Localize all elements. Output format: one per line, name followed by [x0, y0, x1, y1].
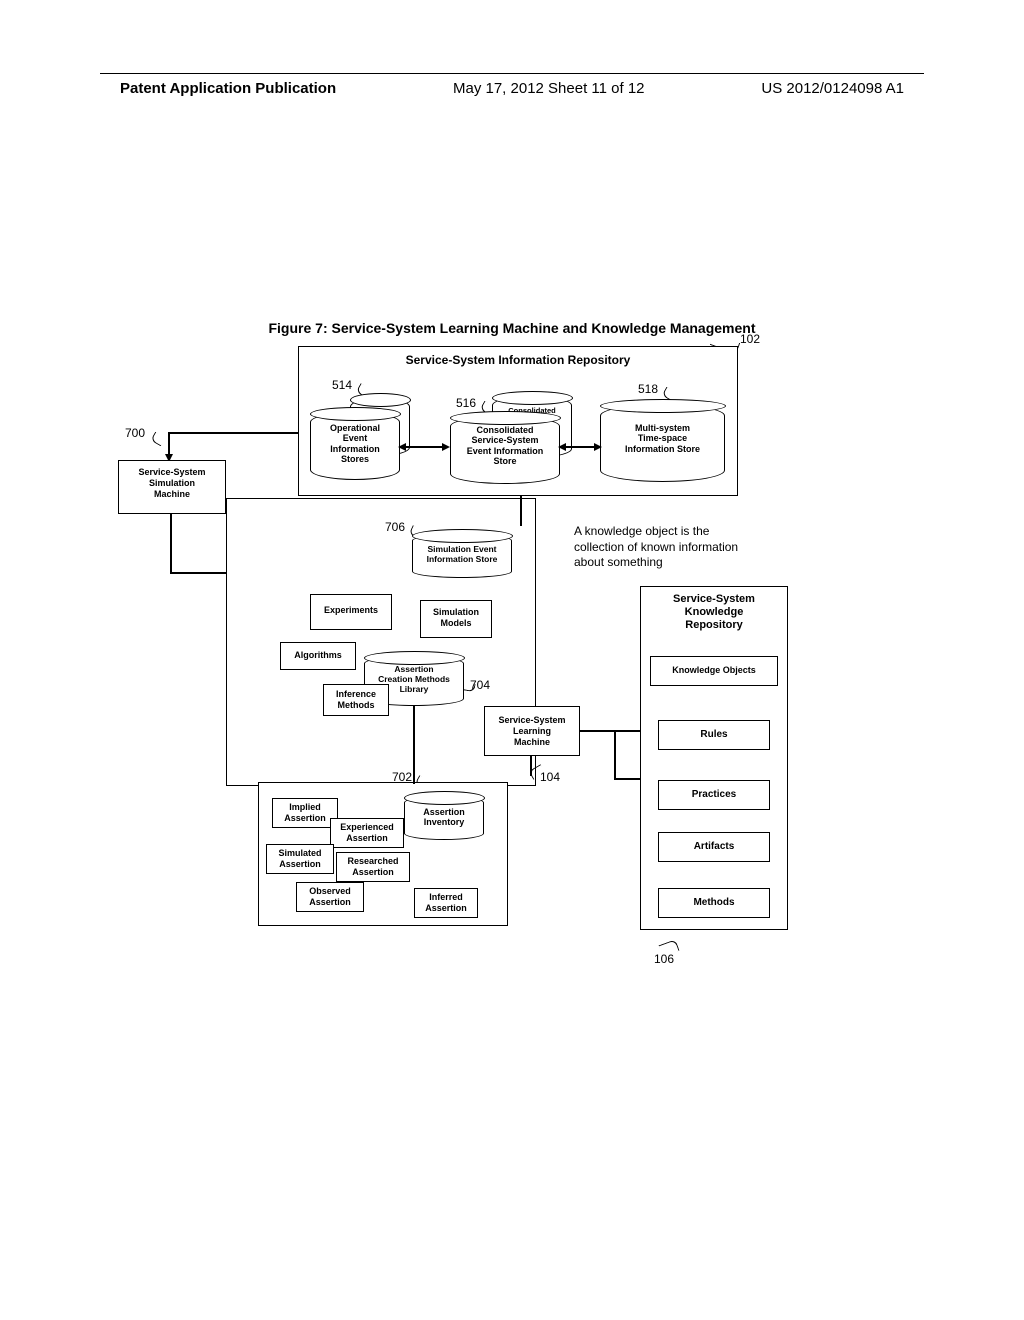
observed-assertion-label: ObservedAssertion — [297, 886, 363, 908]
info-repository-title: Service-System Information Repository — [299, 353, 737, 367]
line-lib-to-inv — [413, 706, 415, 784]
ref-514: 514 — [332, 378, 352, 392]
consolidated-label: ConsolidatedService-SystemEvent Informat… — [451, 425, 559, 466]
observed-assertion-box: ObservedAssertion — [296, 882, 364, 912]
arrowhead-op — [398, 443, 406, 451]
methods-label: Methods — [659, 897, 769, 909]
researched-assertion-box: ResearchedAssertion — [336, 852, 410, 882]
header-rule — [100, 73, 924, 74]
artifacts-label: Artifacts — [659, 841, 769, 853]
sim-models-label: SimulationModels — [421, 607, 491, 629]
ref-700: 700 — [125, 426, 145, 440]
implied-assertion-box: ImpliedAssertion — [272, 798, 338, 828]
ref-518: 518 — [638, 382, 658, 396]
leader-106 — [658, 939, 679, 956]
inference-box: InferenceMethods — [323, 684, 389, 716]
practices-label: Practices — [659, 789, 769, 801]
knowledge-repo-box: Service-SystemKnowledgeRepository — [640, 586, 788, 930]
line-sim-down — [170, 514, 172, 572]
header-left: Patent Application Publication — [120, 80, 336, 97]
inferred-assertion-label: InferredAssertion — [415, 892, 477, 914]
line-learn-rightv — [614, 730, 616, 778]
knowledge-objects-label: Knowledge Objects — [651, 665, 777, 676]
op-event-label: OperationalEventInformationStores — [311, 423, 399, 464]
ref-516: 516 — [456, 396, 476, 410]
leader-700 — [150, 432, 165, 447]
page: Patent Application Publication May 17, 2… — [0, 0, 1024, 1320]
sim-event-cyl: Simulation EventInformation Store — [412, 534, 512, 578]
sim-event-label: Simulation EventInformation Store — [413, 545, 511, 565]
line-sim-right — [170, 572, 226, 574]
op-event-cyl: OperationalEventInformationStores — [310, 412, 400, 480]
artifacts-box: Artifacts — [658, 832, 770, 862]
knowledge-objects-box: Knowledge Objects — [650, 656, 778, 686]
arrowhead-cons-r — [558, 443, 566, 451]
multi-label: Multi-systemTime-spaceInformation Store — [601, 423, 724, 454]
assertion-inv-label: AssertionInventory — [405, 807, 483, 828]
simulated-assertion-label: SimulatedAssertion — [267, 848, 333, 870]
annotation-text: A knowledge object is thecollection of k… — [574, 524, 794, 571]
line-repo-down — [520, 496, 522, 526]
experienced-assertion-box: ExperiencedAssertion — [330, 818, 404, 848]
line-learn-down — [530, 756, 532, 776]
header-center: May 17, 2012 Sheet 11 of 12 — [453, 80, 645, 97]
line-learn-right — [580, 730, 640, 732]
rules-box: Rules — [658, 720, 770, 750]
line-learn-right2 — [614, 778, 640, 780]
ref-102: 102 — [740, 332, 760, 346]
line-700-b — [168, 432, 170, 456]
practices-box: Practices — [658, 780, 770, 810]
inference-label: InferenceMethods — [324, 689, 388, 711]
experiments-label: Experiments — [311, 605, 391, 616]
header-right: US 2012/0124098 A1 — [761, 80, 904, 97]
assertion-inv-cyl: AssertionInventory — [404, 796, 484, 840]
arrowhead-cons-l — [442, 443, 450, 451]
algorithms-label: Algorithms — [281, 650, 355, 661]
arrow-cons-to-multi — [564, 446, 596, 448]
learning-machine-label: Service-SystemLearningMachine — [485, 715, 579, 747]
arrowhead-multi — [594, 443, 602, 451]
learning-machine-box: Service-SystemLearningMachine — [484, 706, 580, 756]
sim-machine-box: Service-SystemSimulationMachine — [118, 460, 226, 514]
figure-title: Figure 7: Service-System Learning Machin… — [0, 320, 1024, 336]
algorithms-box: Algorithms — [280, 642, 356, 670]
ref-706: 706 — [385, 520, 405, 534]
sim-machine-label: Service-SystemSimulationMachine — [119, 467, 225, 499]
knowledge-repo-title: Service-SystemKnowledgeRepository — [641, 593, 787, 633]
multi-cyl: Multi-systemTime-spaceInformation Store — [600, 404, 725, 482]
inferred-assertion-box: InferredAssertion — [414, 888, 478, 918]
consolidated-cyl: ConsolidatedService-SystemEvent Informat… — [450, 416, 560, 484]
implied-assertion-label: ImpliedAssertion — [273, 802, 337, 824]
arrow-op-to-cons — [404, 446, 444, 448]
methods-box: Methods — [658, 888, 770, 918]
sim-models-box: SimulationModels — [420, 600, 492, 638]
line-700-a — [168, 432, 298, 434]
experiments-box: Experiments — [310, 594, 392, 630]
researched-assertion-label: ResearchedAssertion — [337, 856, 409, 878]
rules-label: Rules — [659, 729, 769, 741]
doc-header: Patent Application Publication May 17, 2… — [0, 80, 1024, 97]
experienced-assertion-label: ExperiencedAssertion — [331, 822, 403, 844]
simulated-assertion-box: SimulatedAssertion — [266, 844, 334, 874]
